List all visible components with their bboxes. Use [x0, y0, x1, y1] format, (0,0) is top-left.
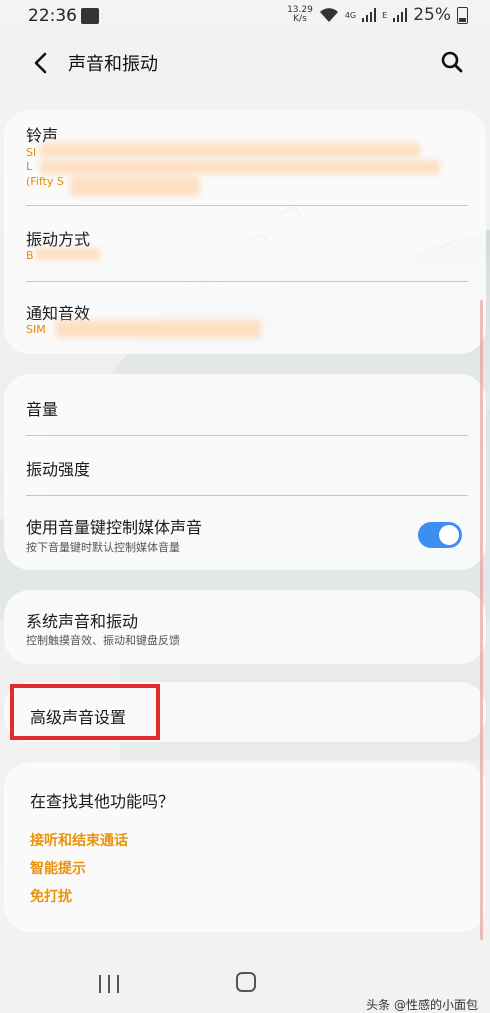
notification-sound-value: SIM: [26, 323, 46, 336]
signal-bars-icon: [362, 8, 377, 22]
media-volume-keys-row[interactable]: 使用音量键控制媒体声音 按下音量键时默认控制媒体音量: [26, 506, 400, 562]
signal-bars-icon-2: [393, 8, 408, 22]
redacted-block: [56, 320, 261, 338]
system-sound-subtitle: 控制触摸音效、振动和键盘反馈: [26, 634, 180, 647]
ringtone-value-line2: L: [26, 160, 33, 173]
media-volume-keys-subtitle: 按下音量键时默认控制媒体音量: [26, 541, 180, 554]
gallery-notification-icon: [81, 8, 99, 24]
battery-percent: 25%: [413, 5, 451, 25]
vibration-pattern-title: 振动方式: [26, 230, 91, 249]
recent-apps-icon[interactable]: [99, 975, 119, 993]
signal-label-2: E: [382, 10, 388, 20]
suggestion-link-do-not-disturb[interactable]: 免打扰: [30, 886, 72, 906]
volume-title: 音量: [26, 400, 59, 419]
system-sound-title: 系统声音和振动: [26, 612, 139, 631]
net-speed-unit: K/s: [293, 14, 307, 24]
media-volume-keys-toggle[interactable]: [418, 522, 462, 548]
back-button[interactable]: [26, 48, 56, 78]
page-title: 声音和振动: [68, 54, 158, 75]
vibration-intensity-row[interactable]: 振动强度: [26, 446, 468, 492]
search-button[interactable]: [436, 46, 468, 78]
status-time: 22:36: [28, 6, 77, 26]
media-volume-keys-title: 使用音量键控制媒体声音: [26, 518, 203, 537]
ringtone-value-line1: SI: [26, 146, 37, 159]
redacted-block: [40, 160, 440, 174]
scrollbar[interactable]: [480, 300, 483, 940]
system-sound-row[interactable]: 系统声音和振动 控制触摸音效、振动和键盘反馈: [26, 600, 468, 656]
network-speed: 13.29 K/s: [287, 6, 313, 24]
vibration-pattern-value: B: [26, 249, 34, 262]
chevron-left-icon: [34, 52, 47, 74]
toggle-knob: [439, 525, 459, 545]
suggestion-link-smart-alerts[interactable]: 智能提示: [30, 858, 86, 878]
suggestion-link-answer-end-call[interactable]: 接听和结束通话: [30, 830, 128, 850]
redacted-block: [40, 143, 420, 157]
volume-row[interactable]: 音量: [26, 386, 468, 432]
status-icons: 13.29 K/s 4G E 25%: [287, 5, 468, 25]
advanced-sound-row[interactable]: 高级声音设置: [26, 694, 468, 734]
divider: [26, 281, 468, 282]
watermark-text: 头条 @性感的小面包: [366, 998, 478, 1012]
wifi-icon: [319, 8, 338, 22]
redacted-block: [36, 248, 100, 260]
signal-label-1: 4G: [344, 10, 357, 20]
home-icon[interactable]: [236, 972, 256, 992]
status-bar: 22:36 13.29 K/s 4G E 25%: [0, 0, 490, 32]
divider: [26, 205, 468, 206]
redacted-block: [70, 176, 200, 196]
battery-icon: [457, 6, 468, 24]
app-bar: 声音和振动: [0, 38, 490, 88]
search-icon: [441, 51, 463, 73]
advanced-sound-title: 高级声音设置: [30, 708, 127, 727]
suggestions-heading: 在查找其他功能吗？: [30, 792, 175, 811]
divider: [26, 435, 468, 436]
divider: [26, 495, 468, 496]
vibration-intensity-title: 振动强度: [26, 460, 91, 479]
ringtone-value-line3: (Fifty S: [26, 175, 64, 188]
